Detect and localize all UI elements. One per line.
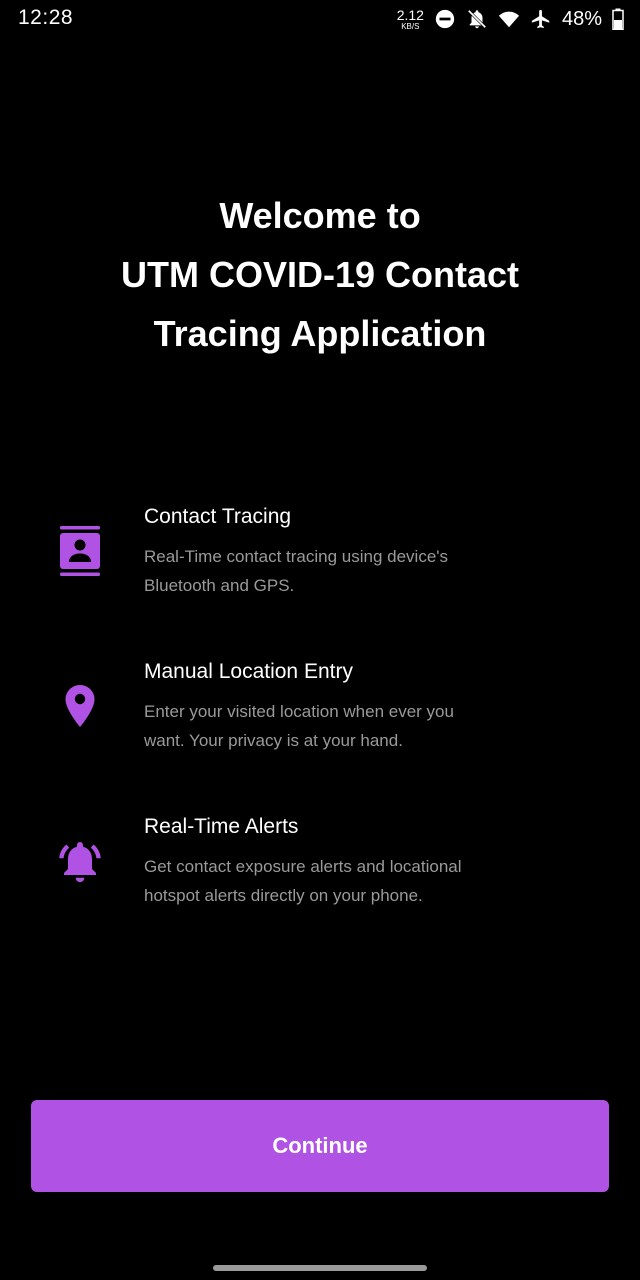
battery-percentage: 48% xyxy=(561,7,602,30)
status-bar: 12:28 2.12 KB/S 48% xyxy=(0,0,640,38)
feature-title-manual-location: Manual Location Entry xyxy=(144,660,353,683)
alert-bell-icon xyxy=(52,833,108,889)
feature-desc-line: want. Your privacy is at your hand. xyxy=(144,730,403,750)
home-indicator[interactable] xyxy=(213,1265,427,1271)
status-icons: 2.12 KB/S 48% xyxy=(397,4,624,34)
welcome-line-1: Welcome to xyxy=(219,195,421,236)
network-speed-value: 2.12 xyxy=(396,6,424,23)
feature-desc-real-time-alerts: Get contact exposure alerts and location… xyxy=(144,853,544,910)
feature-desc-line: Get contact exposure alerts and location… xyxy=(144,857,462,876)
feature-desc-line: Bluetooth and GPS. xyxy=(144,575,295,595)
airplane-icon xyxy=(531,9,550,29)
feature-desc-manual-location: Enter your visited location when ever yo… xyxy=(144,698,544,755)
dnd-icon xyxy=(435,9,455,29)
feature-title-real-time-alerts: Real-Time Alerts xyxy=(144,815,299,838)
wifi-icon xyxy=(498,11,520,28)
feature-real-time-alerts: Real-Time Alerts Get contact exposure al… xyxy=(0,815,640,925)
welcome-line-2: UTM COVID-19 Contact xyxy=(120,254,520,295)
app-screen: 12:28 2.12 KB/S 48% Welcome to UTM COVID… xyxy=(0,0,640,1280)
notifications-off-icon xyxy=(467,9,487,29)
feature-manual-location: Manual Location Entry Enter your visited… xyxy=(0,660,640,770)
welcome-title: Welcome to UTM COVID-19 Contact Tracing … xyxy=(40,186,600,363)
continue-button[interactable]: Continue xyxy=(31,1100,609,1192)
network-speed: 2.12 KB/S xyxy=(397,8,424,31)
network-speed-unit: KB/S xyxy=(401,21,420,31)
feature-desc-line: hotspot alerts directly on your phone. xyxy=(144,885,423,905)
feature-contact-tracing: Contact Tracing Real-Time contact tracin… xyxy=(0,505,640,615)
status-time: 12:28 xyxy=(18,6,74,29)
battery-icon xyxy=(612,8,624,30)
feature-desc-contact-tracing: Real-Time contact tracing using device's… xyxy=(144,543,544,600)
feature-desc-line: Real-Time contact tracing using device's xyxy=(144,547,449,566)
location-pin-icon xyxy=(52,678,108,734)
contact-card-icon xyxy=(52,523,108,579)
feature-title-contact-tracing: Contact Tracing xyxy=(144,505,292,528)
welcome-line-3: Tracing Application xyxy=(153,313,487,354)
feature-desc-line: Enter your visited location when ever yo… xyxy=(144,702,454,721)
